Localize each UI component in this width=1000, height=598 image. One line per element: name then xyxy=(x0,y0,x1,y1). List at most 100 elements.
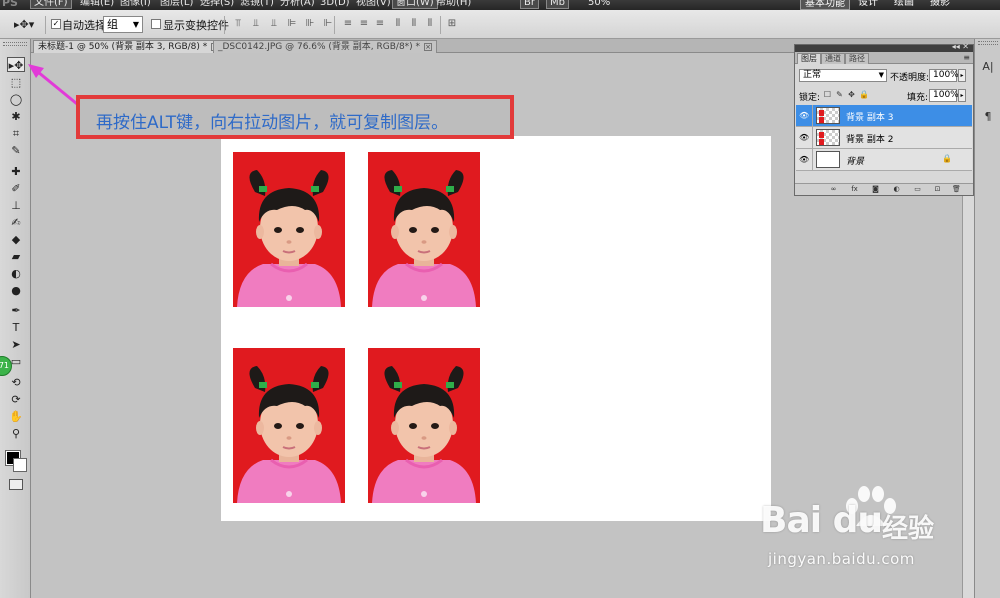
minibridge-button[interactable]: Mb xyxy=(546,0,569,9)
layer-name: 背景 副本 3 xyxy=(846,113,894,123)
align-left-icon[interactable]: ⊫ xyxy=(286,18,298,30)
adjustment-layer-icon[interactable]: ◐ xyxy=(892,185,901,194)
3d-orbit-tool-icon[interactable]: ⟳ xyxy=(8,392,24,407)
eye-icon[interactable]: 👁 xyxy=(799,155,809,164)
eye-icon[interactable]: 👁 xyxy=(799,133,809,142)
chevron-down-icon: ▼ xyxy=(878,71,884,79)
new-layer-icon[interactable]: ⊡ xyxy=(933,185,942,194)
menu-layer[interactable]: 图层(L) xyxy=(156,0,197,9)
photo-layer-3[interactable] xyxy=(233,348,345,503)
fill-stepper[interactable]: ▸ xyxy=(958,89,966,102)
menu-window[interactable]: 窗口(W) xyxy=(392,0,438,9)
annotation-text: 再按住ALT键，向右拉动图片，就可复制图层。 xyxy=(96,113,449,133)
workspace-painting[interactable]: 绘画 xyxy=(890,0,918,10)
3d-rotate-tool-icon[interactable]: ⟲ xyxy=(8,375,24,390)
hand-tool-icon[interactable]: ✋ xyxy=(8,409,24,424)
workspace-photography[interactable]: 摄影 xyxy=(926,0,954,10)
workspace-design[interactable]: 设计 xyxy=(854,0,882,10)
panel-header[interactable]: ◂◂ ✕ xyxy=(795,42,973,52)
fill-input[interactable]: 100% xyxy=(929,89,959,102)
document-canvas[interactable] xyxy=(221,136,771,521)
distribute-hcenter-icon[interactable]: ⦀ xyxy=(408,18,420,30)
lock-all-icon[interactable]: 🔒 xyxy=(859,90,869,99)
brush-tool-icon[interactable]: ✐ xyxy=(8,181,24,196)
close-icon[interactable]: × xyxy=(424,43,433,51)
menu-3d[interactable]: 3D(D) xyxy=(316,0,354,9)
quick-mask-icon[interactable] xyxy=(9,479,23,490)
divider xyxy=(440,16,441,34)
collapse-icon[interactable]: ◂◂ ✕ xyxy=(952,42,969,51)
workspace-essentials[interactable]: 基本功能 xyxy=(800,0,850,10)
auto-align-icon[interactable]: ⊞ xyxy=(446,18,458,30)
divider xyxy=(334,16,335,34)
align-vcenter-icon[interactable]: ⫫ xyxy=(250,18,262,30)
distribute-right-icon[interactable]: ⦀ xyxy=(424,18,436,30)
menu-image[interactable]: 图像(I) xyxy=(116,0,155,9)
menu-filter[interactable]: 滤镜(T) xyxy=(236,0,278,9)
dodge-tool-icon[interactable]: ● xyxy=(8,283,24,298)
layer-row-background[interactable]: 👁 背景 🔒 xyxy=(796,149,972,171)
history-brush-tool-icon[interactable]: ✍ xyxy=(8,215,24,230)
align-right-icon[interactable]: ⊩ xyxy=(322,18,334,30)
trash-icon[interactable]: 🗑 xyxy=(952,185,961,194)
lock-image-icon[interactable]: ✎ xyxy=(835,90,844,99)
zoom-level[interactable]: 50% xyxy=(584,0,614,9)
blur-tool-icon[interactable]: ◐ xyxy=(8,266,24,281)
fill-label: 填充: xyxy=(907,93,929,103)
tab-paths[interactable]: 路径 xyxy=(845,53,869,64)
distribute-top-icon[interactable]: ≡ xyxy=(342,18,354,30)
layer-row-copy-2[interactable]: 👁 背景 副本 2 xyxy=(796,127,972,149)
distribute-bottom-icon[interactable]: ≡ xyxy=(374,18,386,30)
pen-tool-icon[interactable]: ✒ xyxy=(8,303,24,318)
layer-thumbnail xyxy=(816,151,840,168)
menu-help[interactable]: 帮助(H) xyxy=(432,0,475,9)
blend-mode-dropdown[interactable]: 正常 ▼ xyxy=(799,69,887,82)
lock-label: 锁定: xyxy=(799,93,821,103)
distribute-vcenter-icon[interactable]: ≡ xyxy=(358,18,370,30)
photo-layer-2[interactable] xyxy=(368,152,480,307)
menu-select[interactable]: 选择(S) xyxy=(196,0,238,9)
opacity-stepper[interactable]: ▸ xyxy=(958,69,966,82)
eyedropper-tool-icon[interactable]: ✎ xyxy=(8,143,24,158)
type-tool-icon[interactable]: T xyxy=(8,320,24,335)
new-group-icon[interactable]: ▭ xyxy=(913,185,922,194)
opacity-input[interactable]: 100% xyxy=(929,69,959,82)
lock-position-icon[interactable]: ✥ xyxy=(847,90,856,99)
gradient-tool-icon[interactable]: ▰ xyxy=(8,249,24,264)
distribute-left-icon[interactable]: ⦀ xyxy=(392,18,404,30)
photo-layer-1[interactable] xyxy=(233,152,345,307)
character-panel-icon[interactable]: A| xyxy=(979,59,997,75)
zoom-tool-icon[interactable]: ⚲ xyxy=(8,426,24,441)
menu-analysis[interactable]: 分析(A) xyxy=(276,0,319,9)
paragraph-panel-icon[interactable]: ¶ xyxy=(979,109,997,125)
bridge-button[interactable]: Br xyxy=(520,0,539,9)
tab-channels[interactable]: 通道 xyxy=(821,53,845,64)
photo-layer-4[interactable] xyxy=(368,348,480,503)
link-layers-icon[interactable]: ∞ xyxy=(829,185,838,194)
align-top-icon[interactable]: ⫪ xyxy=(232,18,244,30)
background-color-swatch[interactable] xyxy=(13,458,27,472)
panel-grip[interactable] xyxy=(978,41,998,45)
watermark-logo: Bai du xyxy=(760,500,883,541)
layer-row-copy-3[interactable]: 👁 背景 副本 3 xyxy=(796,105,972,127)
tab-dsc0142[interactable]: _DSC0142.JPG @ 76.6% (背景 副本, RGB/8*) * × xyxy=(213,40,438,53)
path-select-tool-icon[interactable]: ➤ xyxy=(8,337,24,352)
layers-panel-tabs: 图层 通道 路径 ≡ xyxy=(795,52,973,64)
lock-transparent-icon[interactable]: ☐ xyxy=(823,90,832,99)
layer-style-icon[interactable]: fx xyxy=(850,185,859,194)
layers-panel: ◂◂ ✕ 图层 通道 路径 ≡ 正常 ▼ 不透明度: 100% ▸ 锁定: ☐ … xyxy=(794,42,974,196)
show-transform-checkbox[interactable] xyxy=(151,19,161,29)
portrait-illustration xyxy=(233,152,345,307)
eraser-tool-icon[interactable]: ◆ xyxy=(8,232,24,247)
add-mask-icon[interactable]: ◙ xyxy=(871,185,880,194)
eye-icon[interactable]: 👁 xyxy=(799,111,809,120)
align-bottom-icon[interactable]: ⫫ xyxy=(268,18,280,30)
tab-layers[interactable]: 图层 xyxy=(797,53,821,64)
spot-healing-tool-icon[interactable]: ✚ xyxy=(8,164,24,179)
clone-stamp-tool-icon[interactable]: ⊥ xyxy=(8,198,24,213)
baidu-watermark: Bai du 经验 jingyan.baidu.com xyxy=(760,486,960,588)
menu-view[interactable]: 视图(V) xyxy=(352,0,395,9)
crop-tool-icon[interactable]: ⌗ xyxy=(8,126,24,141)
panel-menu-icon[interactable]: ≡ xyxy=(963,53,970,62)
align-hcenter-icon[interactable]: ⊪ xyxy=(304,18,316,30)
